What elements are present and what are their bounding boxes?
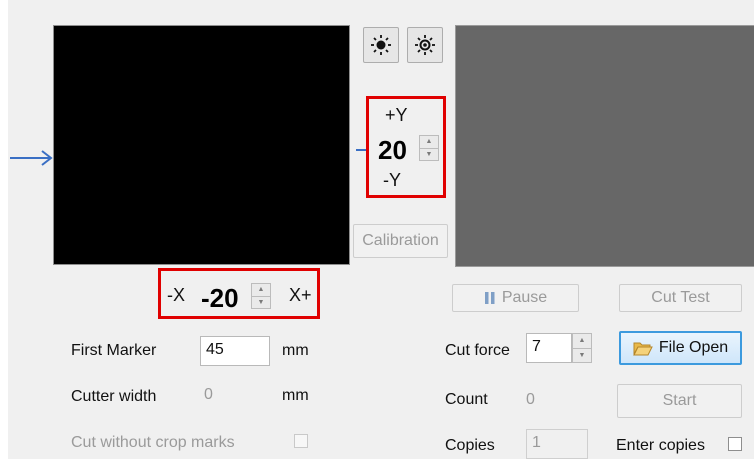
y-offset-value[interactable]: 20 xyxy=(378,135,407,166)
brightness-low-button[interactable] xyxy=(363,27,399,63)
cut-without-crop-marks-checkbox[interactable] xyxy=(294,434,308,448)
minus-x-label: -X xyxy=(167,285,185,305)
brightness-high-button[interactable] xyxy=(407,27,443,63)
cutter-width-unit: mm xyxy=(282,387,309,404)
file-open-label: File Open xyxy=(658,339,729,356)
app-window: +Y 20 ▲ ▼ -Y Calibration -X -20 ▲ ▼ X+ P… xyxy=(8,0,754,459)
spin-down-icon[interactable]: ▼ xyxy=(420,147,438,161)
first-marker-unit: mm xyxy=(282,342,309,359)
x-offset-value[interactable]: -20 xyxy=(201,283,239,314)
enter-copies-label: Enter copies xyxy=(616,437,705,454)
spin-up-icon[interactable]: ▲ xyxy=(573,334,591,348)
first-marker-input[interactable]: 45 xyxy=(200,336,270,366)
x-offset-group: -X -20 ▲ ▼ X+ xyxy=(158,268,320,319)
copies-label: Copies xyxy=(445,437,495,454)
cut-force-spinner[interactable]: ▲ ▼ xyxy=(572,333,592,363)
minus-y-label: -Y xyxy=(383,170,401,190)
cutter-width-value: 0 xyxy=(204,386,213,403)
plus-y-label: +Y xyxy=(385,105,408,125)
spin-down-icon[interactable]: ▼ xyxy=(573,347,591,363)
pause-label: Pause xyxy=(501,289,548,306)
arrow-right-icon xyxy=(10,150,53,166)
sun-small-icon xyxy=(371,35,391,55)
plus-x-label: X+ xyxy=(289,285,312,305)
copies-input[interactable]: 1 xyxy=(526,429,588,459)
y-offset-group: +Y 20 ▲ ▼ -Y xyxy=(366,96,446,198)
cut-preview xyxy=(455,25,754,267)
first-marker-label: First Marker xyxy=(71,342,157,359)
file-open-button[interactable]: File Open xyxy=(619,331,742,365)
x-offset-spinner[interactable]: ▲ ▼ xyxy=(251,283,271,309)
enter-copies-checkbox[interactable] xyxy=(728,437,742,451)
spin-up-icon[interactable]: ▲ xyxy=(420,136,438,148)
y-offset-spinner[interactable]: ▲ ▼ xyxy=(419,135,439,161)
folder-icon xyxy=(633,342,653,356)
camera-preview xyxy=(53,25,350,265)
count-value: 0 xyxy=(526,391,535,408)
cut-without-crop-marks-label: Cut without crop marks xyxy=(71,434,235,451)
count-label: Count xyxy=(445,391,488,408)
spin-down-icon[interactable]: ▼ xyxy=(252,295,270,309)
pause-button[interactable]: Pause xyxy=(452,284,579,312)
cutter-width-label: Cutter width xyxy=(71,388,157,405)
cut-force-label: Cut force xyxy=(445,342,510,359)
spin-up-icon[interactable]: ▲ xyxy=(252,284,270,296)
cut-force-input[interactable]: 7 xyxy=(526,333,572,363)
start-button[interactable]: Start xyxy=(617,384,742,418)
calibration-button[interactable]: Calibration xyxy=(353,224,448,258)
sun-large-icon xyxy=(415,35,435,55)
pause-icon xyxy=(484,292,495,304)
cut-test-button[interactable]: Cut Test xyxy=(619,284,742,312)
